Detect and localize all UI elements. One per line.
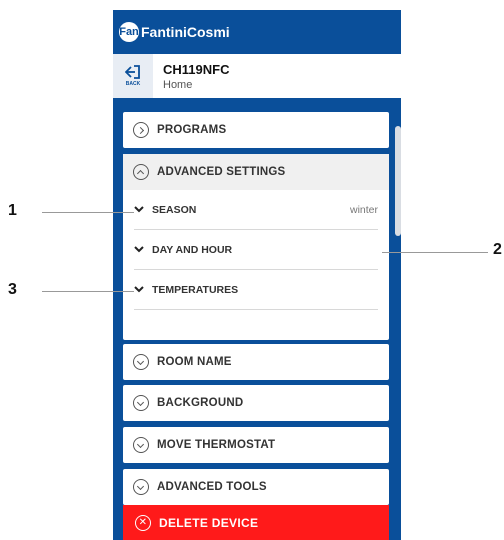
app-bar: Fan FantiniCosmi: [113, 10, 401, 54]
menu-label: ADVANCED SETTINGS: [157, 166, 286, 178]
chevron-down-circle-icon: [133, 354, 149, 370]
settings-list: PROGRAMS ADVANCED SETTINGS SEASON winter…: [113, 98, 401, 540]
sub-item-day-and-hour[interactable]: DAY AND HOUR: [134, 230, 378, 270]
chevron-down-circle-icon: [133, 395, 149, 411]
scrollbar[interactable]: [395, 126, 401, 236]
delete-label: DELETE DEVICE: [159, 516, 259, 530]
device-header: BACK CH119NFC Home: [113, 54, 401, 98]
sub-item-label: SEASON: [152, 203, 197, 216]
chevron-up-circle-icon: [133, 164, 149, 180]
close-circle-icon: ✕: [135, 515, 151, 531]
phone-screen: Fan FantiniCosmi BACK CH119NFC Home PROG…: [113, 10, 401, 540]
callout-2: 2: [493, 241, 502, 258]
sub-item-label: TEMPERATURES: [152, 283, 239, 296]
chevron-down-icon: [134, 285, 144, 295]
chevron-down-circle-icon: [133, 437, 149, 453]
delete-device-button[interactable]: ✕ DELETE DEVICE: [123, 505, 389, 540]
menu-item-advanced-tools[interactable]: ADVANCED TOOLS: [123, 469, 389, 505]
sub-item-label: DAY AND HOUR: [152, 243, 233, 256]
menu-item-room-name[interactable]: ROOM NAME: [123, 344, 389, 380]
menu-item-programs[interactable]: PROGRAMS: [123, 112, 389, 148]
sub-item-season[interactable]: SEASON winter: [134, 190, 378, 230]
menu-label: MOVE THERMOSTAT: [157, 439, 276, 451]
fantinicosmi-logo: Fan FantiniCosmi: [119, 22, 230, 42]
callout-1: 1: [8, 202, 17, 219]
callout-2-line: [382, 252, 488, 253]
logo-text: FantiniCosmi: [141, 24, 230, 40]
menu-label: BACKGROUND: [157, 397, 244, 409]
back-label: BACK: [125, 81, 141, 87]
menu-item-move-thermostat[interactable]: MOVE THERMOSTAT: [123, 427, 389, 463]
device-name: CH119NFC: [163, 61, 230, 77]
chevron-down-icon: [134, 245, 144, 255]
menu-label: ADVANCED TOOLS: [157, 481, 267, 493]
menu-label: ROOM NAME: [157, 356, 232, 368]
logo-badge: Fan: [119, 22, 139, 42]
callout-3: 3: [8, 281, 17, 298]
back-arrow-icon: [125, 65, 140, 79]
back-button[interactable]: BACK: [113, 54, 153, 98]
advanced-settings-panel: ADVANCED SETTINGS SEASON winter DAY AND …: [123, 154, 389, 340]
menu-item-background[interactable]: BACKGROUND: [123, 385, 389, 421]
chevron-down-circle-icon: [133, 479, 149, 495]
chevron-right-circle-icon: [133, 122, 149, 138]
menu-label: PROGRAMS: [157, 124, 227, 136]
callout-3-line: [42, 291, 134, 292]
sub-item-temperatures[interactable]: TEMPERATURES: [134, 270, 378, 310]
season-value: winter: [349, 203, 378, 216]
device-location: Home: [163, 78, 193, 91]
callout-1-line: [42, 212, 134, 213]
chevron-down-icon: [134, 205, 144, 215]
menu-item-advanced-settings[interactable]: ADVANCED SETTINGS: [123, 154, 389, 190]
